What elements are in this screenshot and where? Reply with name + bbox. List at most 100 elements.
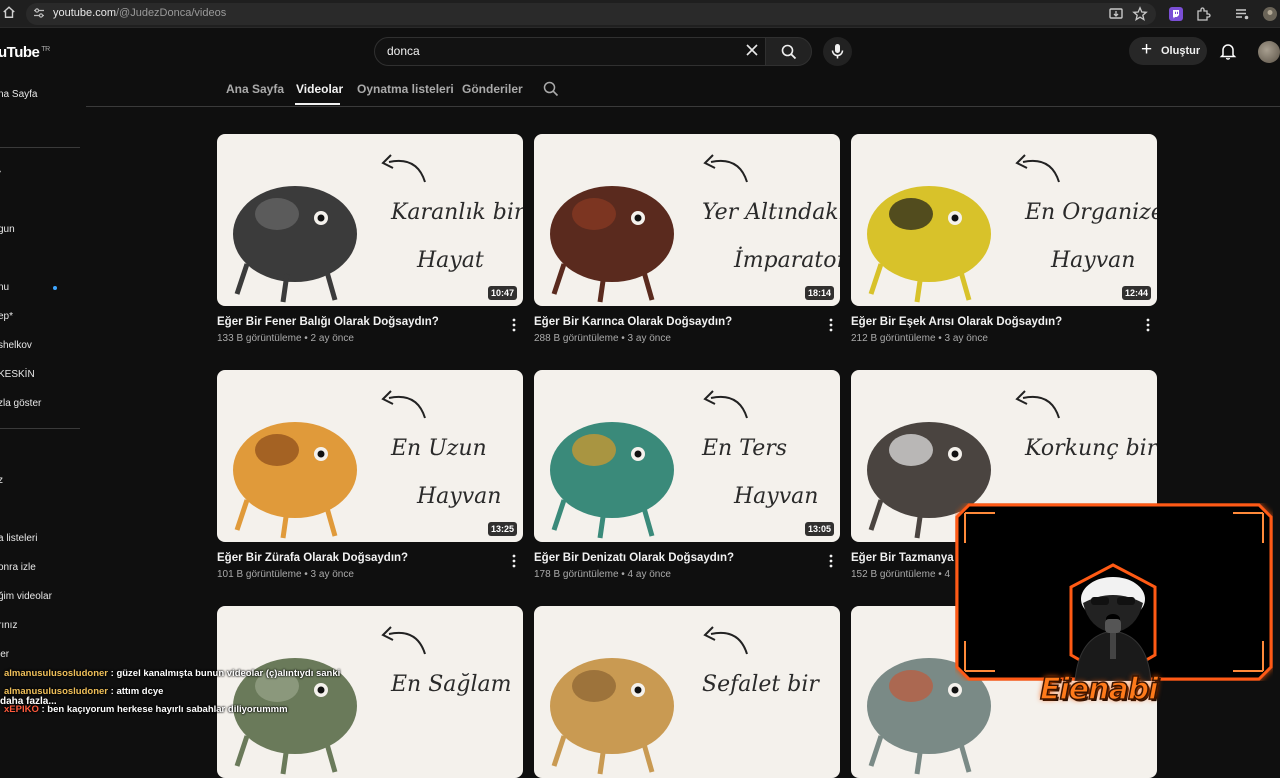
thumbnail-caption-line1: En Sağlam [391,672,512,697]
tab-posts[interactable]: Gönderiler [462,82,523,96]
streamer-webcam-overlay [955,503,1273,681]
star-icon[interactable] [1132,6,1148,22]
tab-divider [86,106,1280,107]
duration-badge: 13:05 [804,522,834,536]
home-icon[interactable] [2,5,16,19]
thumbnail-caption-line1: Karanlık bir [391,200,523,225]
video-thumbnail[interactable]: Karanlık bir Hayat 10:47 [217,134,523,306]
animal-illustration [233,186,357,303]
thumbnail-caption-line1: Korkunç bir [1025,436,1157,461]
animal-illustration [233,658,357,775]
thumbnail-caption-line1: Sefalet bir [702,672,819,697]
search-query[interactable]: donca [387,44,420,58]
arrow-doodle [381,154,426,183]
duration-badge: 13:25 [487,522,517,536]
video-title[interactable]: Eğer Bir Karınca Olarak Doğsaydın? [534,316,732,328]
voice-search-button[interactable] [823,37,852,66]
sidebar-item-gun[interactable]: gun [0,224,15,235]
chat-message: almanusulusosludoner : güzel kanalmışta … [4,668,341,679]
thumbnail-caption-line2: Hayat [417,248,484,273]
search-icon[interactable] [543,81,559,97]
youtube-logo[interactable]: uTube TR [0,44,50,61]
video-title[interactable]: Eğer Bir Fener Balığı Olarak Doğsaydın? [217,316,439,328]
arrow-doodle [381,390,426,419]
sidebar-item-your-videos[interactable]: rınız [0,620,17,631]
video-title[interactable]: Eğer Bir Tazmanya C [851,552,965,564]
thumbnail-caption-line2: Hayvan [417,484,502,509]
sidebar-item-arrow[interactable]: › [0,166,1,177]
animal-illustration [550,422,674,539]
arrow-doodle [1015,154,1060,183]
sidebar-item-home[interactable]: na Sayfa [0,89,37,100]
thumbnail-caption-line1: Yer Altındaki [702,200,840,225]
video-metadata: 101 B görüntüleme • 3 ay önce [217,569,354,580]
close-icon[interactable] [745,43,759,57]
thumbnail-caption-line1: En Organize [1025,200,1157,225]
video-thumbnail[interactable]: Sefalet bir [534,606,840,778]
video-thumbnail[interactable]: En Sağlam [217,606,523,778]
more-vert-icon[interactable] [828,318,834,332]
sidebar-item-show-more[interactable]: zla göster [0,398,41,409]
animal-illustration [550,186,674,303]
tab-active-indicator [295,103,340,105]
chat-message: xEPIKO : ben kaçıyorum herkese hayırlı s… [4,704,288,715]
more-vert-icon[interactable] [511,554,517,568]
install-icon[interactable] [1108,6,1124,22]
thumbnail-caption-line2: İmparatorluk [734,248,840,273]
more-vert-icon[interactable] [828,554,834,568]
mic-icon [831,44,844,59]
tab-videos[interactable]: Videolar [296,82,343,96]
video-thumbnail[interactable]: En Organize Hayvan 12:44 [851,134,1157,306]
animal-illustration [233,422,357,539]
profile-icon[interactable] [1262,6,1278,22]
arrow-doodle [703,390,748,419]
video-thumbnail[interactable]: En Ters Hayvan 13:05 [534,370,840,542]
tab-home[interactable]: Ana Sayfa [226,82,284,96]
search-icon [781,44,797,60]
create-button[interactable]: + Oluştur [1129,37,1207,65]
address-text: youtube.com/@JudezDonca/videos [53,7,227,19]
plus-icon: + [1141,39,1153,60]
avatar[interactable] [1258,41,1280,63]
sidebar-divider [0,428,80,429]
video-metadata: 178 B görüntüleme • 4 ay önce [534,569,671,580]
sidebar-item-watch-later[interactable]: onra izle [0,562,36,573]
sidebar: na Sayfa › gun nu ep* shelkov KESKİN zla… [0,74,80,720]
video-thumbnail[interactable]: Yer Altındaki İmparatorluk 18:14 [534,134,840,306]
arrow-doodle [1015,390,1060,419]
thumbnail-caption-line1: En Ters [702,436,788,461]
sidebar-item-you[interactable]: z [0,475,3,486]
streamer-brand-logo: Eienabi [1039,671,1159,708]
video-metadata: 152 B görüntüleme • 4 [851,569,951,580]
media-icon[interactable] [1234,6,1250,22]
duration-badge: 10:47 [487,286,517,300]
sidebar-item-nu[interactable]: nu [0,282,9,293]
site-settings-icon[interactable] [33,7,45,19]
more-vert-icon[interactable] [511,318,517,332]
video-thumbnail[interactable]: En Uzun Hayvan 13:25 [217,370,523,542]
video-title[interactable]: Eğer Bir Zürafa Olarak Doğsaydın? [217,552,408,564]
search-button[interactable] [765,37,812,66]
video-title[interactable]: Eğer Bir Denizatı Olarak Doğsaydın? [534,552,734,564]
duration-badge: 18:14 [804,286,834,300]
video-title[interactable]: Eğer Bir Eşek Arısı Olarak Doğsaydın? [851,316,1062,328]
animal-illustration [550,658,674,775]
arrow-doodle [381,626,426,655]
sidebar-item-liked-videos[interactable]: ğim videolar [0,591,52,602]
sidebar-item-playlists[interactable]: a listeleri [0,533,37,544]
video-metadata: 212 B görüntüleme • 3 ay önce [851,333,988,344]
sidebar-item-shelkov[interactable]: shelkov [0,340,32,351]
sidebar-item-ler[interactable]: ler [0,649,9,660]
extensions-icon[interactable] [1195,6,1211,22]
bell-icon[interactable] [1219,42,1237,60]
webcam-frame [955,503,1273,681]
search-input[interactable] [374,37,766,66]
twitch-icon[interactable] [1168,6,1184,22]
tab-playlists[interactable]: Oynatma listeleri [357,82,454,96]
thumbnail-caption-line2: Hayvan [734,484,819,509]
browser-toolbar: youtube.com/@JudezDonca/videos [0,0,1280,28]
duration-badge: 12:44 [1121,286,1151,300]
sidebar-item-keskin[interactable]: KESKİN [0,369,35,380]
more-vert-icon[interactable] [1145,318,1151,332]
sidebar-item-ep[interactable]: ep* [0,311,13,322]
